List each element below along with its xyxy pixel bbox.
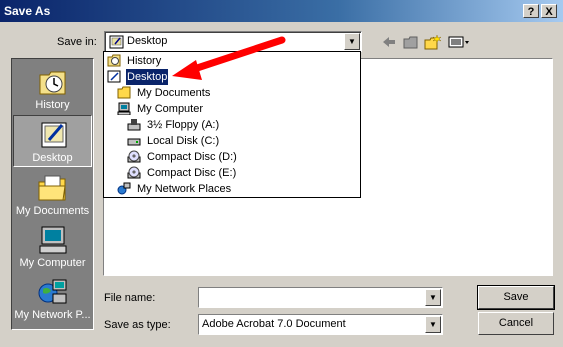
save-as-type-combo[interactable]: Adobe Acrobat 7.0 Document ▼	[198, 314, 443, 335]
file-name-label: File name:	[104, 292, 156, 304]
save-button[interactable]: Save	[477, 285, 555, 310]
save-as-type-value: Adobe Acrobat 7.0 Document	[202, 318, 346, 330]
save-as-type-label: Save as type:	[104, 319, 171, 331]
file-name-input[interactable]: ▼	[198, 287, 443, 308]
cancel-button[interactable]: Cancel	[478, 312, 554, 335]
save-as-dialog: Save As ? X Save in: Desktop ▼ History D…	[0, 0, 563, 347]
file-name-dropdown-button[interactable]: ▼	[425, 289, 441, 306]
save-as-type-dropdown-button[interactable]: ▼	[425, 316, 441, 333]
